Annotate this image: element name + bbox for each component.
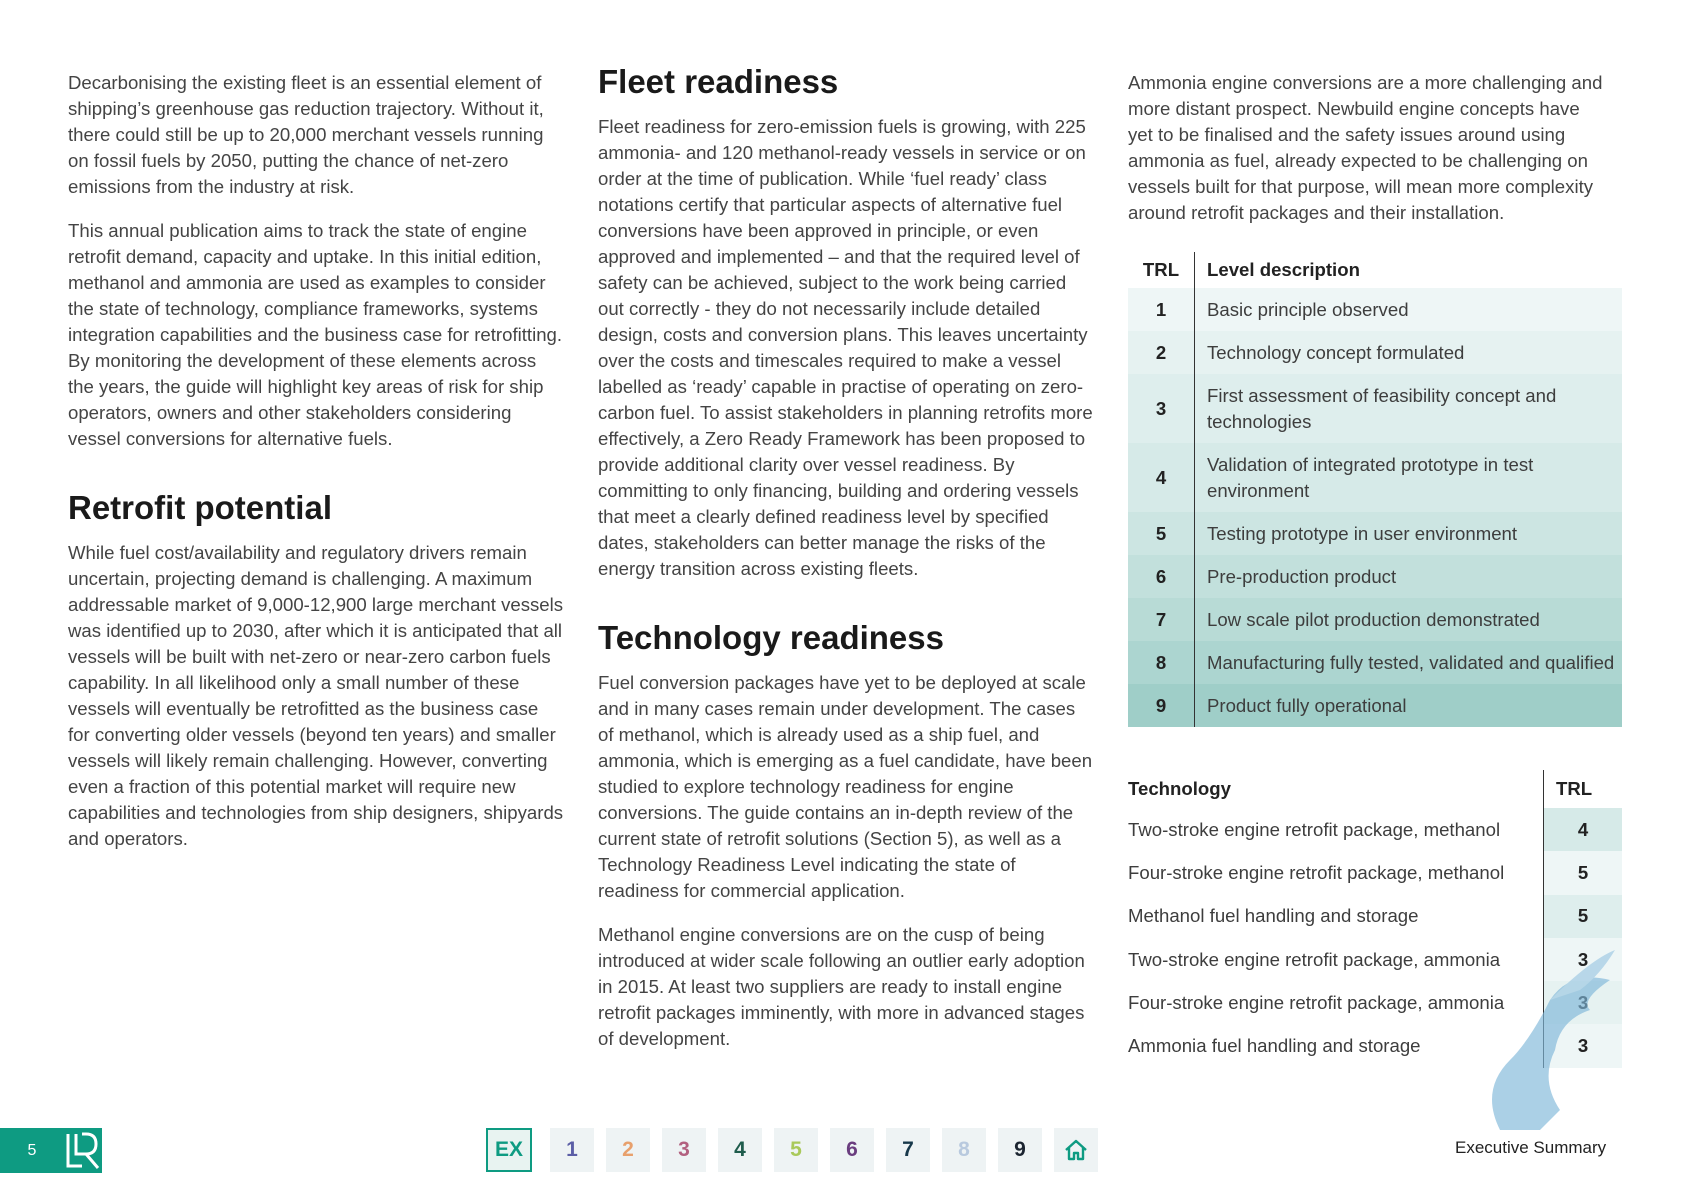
trl-row: 9 Product fully operational bbox=[1128, 684, 1622, 727]
trl-table: TRL Level description 1 Basic principle o… bbox=[1128, 252, 1622, 727]
trl-row: 3 First assessment of feasibility concept… bbox=[1128, 374, 1622, 443]
heading-technology-readiness: Technology readiness bbox=[598, 619, 944, 656]
trl-row: 7 Low scale pilot production demonstrated bbox=[1128, 598, 1622, 641]
ammonia-paragraph: Ammonia engine conversions are a more ch… bbox=[1128, 72, 1603, 223]
technology-table-header: Technology TRL bbox=[1128, 770, 1622, 808]
trl-level-description: Validation of integrated prototype in te… bbox=[1207, 453, 1534, 501]
trl-level-description: Low scale pilot production demonstrated bbox=[1207, 608, 1540, 630]
nav-executive-summary[interactable]: EX bbox=[486, 1128, 532, 1172]
intro-paragraph-1: Decarbonising the existing fleet is an e… bbox=[68, 72, 544, 197]
intro-paragraph-2: This annual publication aims to track th… bbox=[68, 220, 563, 449]
trl-level-number: 1 bbox=[1128, 288, 1195, 331]
technology-row: Four-stroke engine retrofit package, met… bbox=[1128, 851, 1622, 895]
nav-section-9[interactable]: 9 bbox=[998, 1128, 1042, 1172]
trl-row: 2 Technology concept formulated bbox=[1128, 331, 1622, 374]
trl-table-header: TRL Level description bbox=[1128, 252, 1622, 288]
technology-row: Two-stroke engine retrofit package, meth… bbox=[1128, 808, 1622, 852]
trl-level-description: First assessment of feasibility concept … bbox=[1207, 384, 1557, 432]
technology-trl-value: 5 bbox=[1543, 851, 1622, 895]
trl-level-number: 8 bbox=[1128, 641, 1195, 684]
trl-level-number: 9 bbox=[1128, 684, 1195, 727]
nav-section-3[interactable]: 3 bbox=[662, 1128, 706, 1172]
nav-section-5[interactable]: 5 bbox=[774, 1128, 818, 1172]
nav-section-8[interactable]: 8 bbox=[942, 1128, 986, 1172]
technology-paragraph-2: Methanol engine conversions are on the c… bbox=[598, 924, 1085, 1049]
technology-name: Methanol fuel handling and storage bbox=[1128, 905, 1419, 927]
trl-level-description: Basic principle observed bbox=[1207, 298, 1409, 320]
home-icon[interactable] bbox=[1054, 1128, 1098, 1172]
watermark-griffin bbox=[1440, 940, 1620, 1140]
column-left: Decarbonising the existing fleet is an e… bbox=[68, 70, 564, 870]
trl-row: 6 Pre-production product bbox=[1128, 555, 1622, 598]
level-description-column-header: Level description bbox=[1194, 252, 1622, 288]
lr-logo-icon[interactable] bbox=[64, 1128, 102, 1173]
technology-name: Two-stroke engine retrofit package, meth… bbox=[1128, 818, 1501, 840]
trl-level-number: 3 bbox=[1128, 374, 1195, 443]
page-number: 5 bbox=[0, 1128, 64, 1173]
technology-column-header: Technology bbox=[1128, 778, 1231, 799]
trl-level-number: 5 bbox=[1128, 512, 1195, 555]
trl-level-number: 7 bbox=[1128, 598, 1195, 641]
trl-row: 4 Validation of integrated prototype in t… bbox=[1128, 443, 1622, 512]
trl-level-description: Pre-production product bbox=[1207, 565, 1397, 587]
nav-section-1[interactable]: 1 bbox=[550, 1128, 594, 1172]
trl-level-number: 2 bbox=[1128, 331, 1195, 374]
nav-section-7[interactable]: 7 bbox=[886, 1128, 930, 1172]
trl-row: 5 Testing prototype in user environment bbox=[1128, 512, 1622, 555]
trl-row: 1 Basic principle observed bbox=[1128, 288, 1622, 331]
technology-paragraph-1: Fuel conversion packages have yet to be … bbox=[598, 672, 1093, 901]
trl-level-description: Testing prototype in user environment bbox=[1207, 522, 1518, 544]
nav-section-6[interactable]: 6 bbox=[830, 1128, 874, 1172]
trl-level-number: 4 bbox=[1128, 443, 1195, 512]
column-middle: Fleet readiness Fleet readiness for zero… bbox=[598, 62, 1094, 1070]
retrofit-paragraph: While fuel cost/availability and regulat… bbox=[68, 542, 564, 849]
heading-retrofit-potential: Retrofit potential bbox=[68, 489, 332, 526]
trl-column-header: TRL bbox=[1543, 770, 1622, 808]
trl-column-header: TRL bbox=[1142, 259, 1180, 280]
trl-level-description: Product fully operational bbox=[1207, 694, 1407, 716]
trl-row: 8 Manufacturing fully tested, validated a… bbox=[1128, 641, 1622, 684]
column-right: Ammonia engine conversions are a more ch… bbox=[1128, 70, 1608, 244]
nav-section-2[interactable]: 2 bbox=[606, 1128, 650, 1172]
fleet-paragraph: Fleet readiness for zero-emission fuels … bbox=[598, 116, 1093, 579]
trl-level-description: Manufacturing fully tested, validated an… bbox=[1207, 651, 1615, 673]
technology-trl-value: 4 bbox=[1543, 808, 1622, 852]
section-navigation: EX 1 2 3 4 5 6 7 8 9 bbox=[486, 1128, 1098, 1172]
section-label: Executive Summary bbox=[1455, 1138, 1607, 1157]
heading-fleet-readiness: Fleet readiness bbox=[598, 63, 839, 100]
technology-row: Methanol fuel handling and storage 5 bbox=[1128, 894, 1622, 938]
nav-section-4[interactable]: 4 bbox=[718, 1128, 762, 1172]
trl-level-number: 6 bbox=[1128, 555, 1195, 598]
technology-name: Four-stroke engine retrofit package, met… bbox=[1128, 861, 1505, 883]
trl-level-description: Technology concept formulated bbox=[1207, 341, 1465, 363]
technology-trl-value: 5 bbox=[1543, 894, 1622, 938]
